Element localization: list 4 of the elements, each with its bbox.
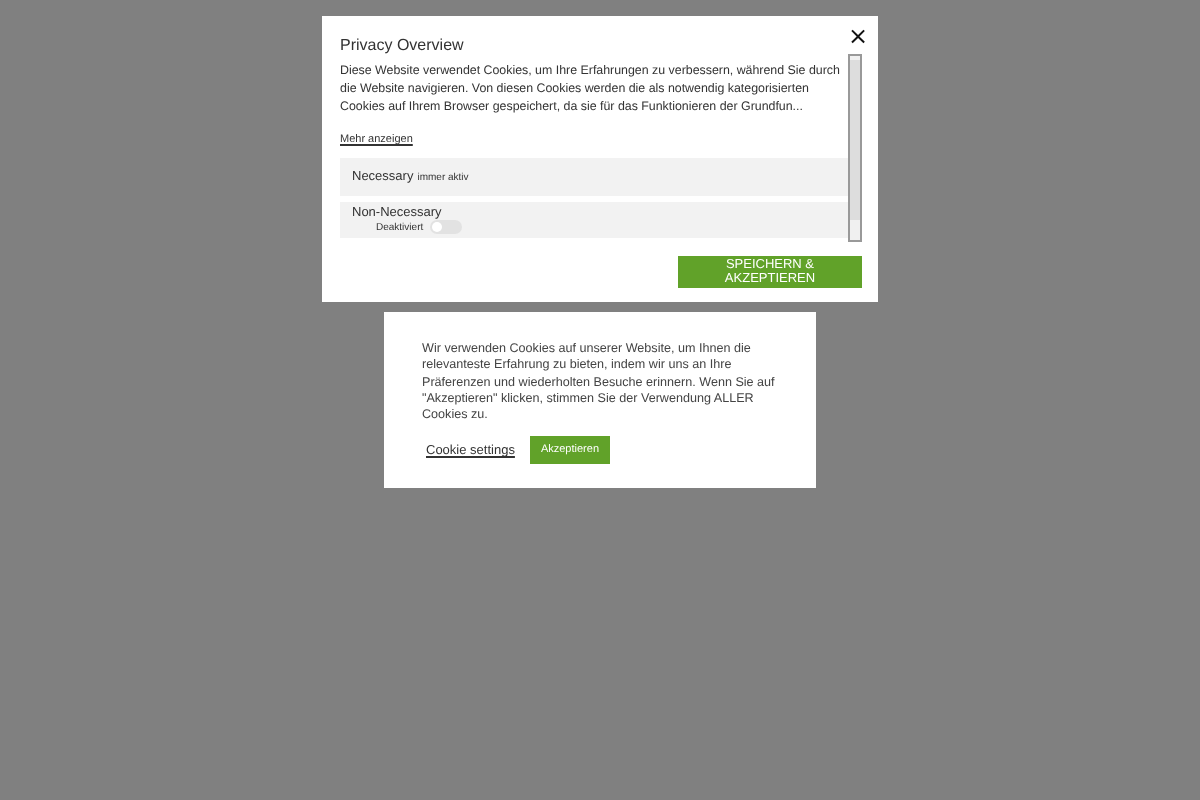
scrollbar[interactable]	[848, 54, 862, 242]
close-button[interactable]: ×	[847, 24, 868, 48]
dialog-title: Privacy Overview	[340, 36, 466, 54]
toggle-switch[interactable]	[429, 220, 462, 234]
